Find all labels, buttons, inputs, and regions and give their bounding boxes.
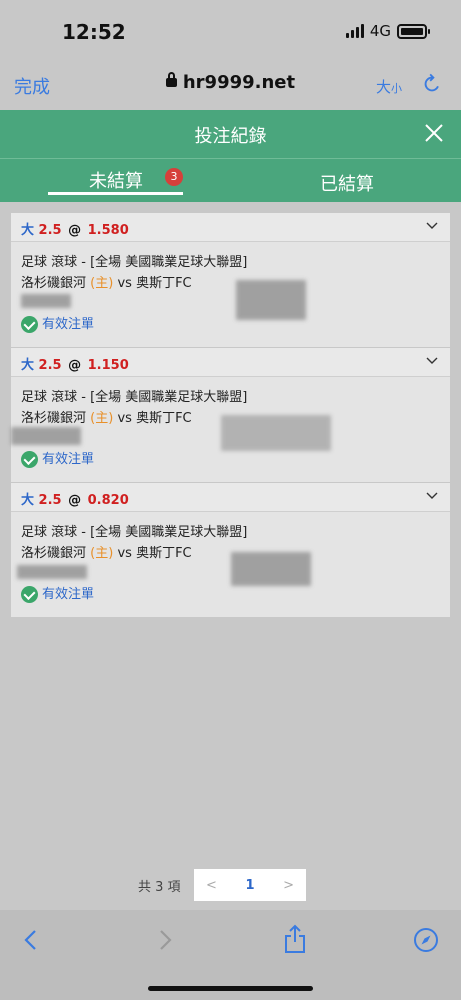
bet-card: 大 2.5 @ 0.820 足球 滾球 - [全場 美國職業足球大聯盟] 洛杉磯…	[11, 483, 450, 617]
next-page-button[interactable]: >	[283, 878, 294, 893]
prev-page-button[interactable]: <	[206, 878, 217, 893]
tab-unsettled[interactable]: 未結算	[89, 167, 143, 193]
bet-event: 足球 滾球 - [全場 美國職業足球大聯盟]	[21, 390, 248, 405]
modal-title: 投注紀錄	[194, 126, 267, 147]
modal-header: 投注紀錄	[0, 110, 461, 158]
bet-odds: 0.820	[87, 493, 129, 508]
bet-card-header[interactable]: 大 2.5 @ 1.580	[11, 213, 450, 242]
pagination: < 1 >	[194, 869, 306, 901]
redacted-area	[11, 427, 81, 445]
signal-icon	[345, 24, 364, 38]
bet-status-label: 有效注單	[42, 452, 95, 467]
forward-icon[interactable]	[156, 928, 174, 952]
text-size-button[interactable]: 大小	[376, 76, 402, 97]
chevron-down-icon[interactable]	[426, 492, 438, 500]
home-indicator	[148, 986, 313, 991]
status-bar: 12:52 4G	[0, 0, 461, 60]
tab-settled[interactable]: 已結算	[320, 170, 374, 196]
unsettled-count-badge: 3	[165, 168, 183, 186]
url-text: hr9999.net	[182, 72, 296, 93]
status-indicators: 4G	[345, 22, 430, 40]
versus: vs	[117, 411, 132, 426]
bet-card-body: 足球 滾球 - [全場 美國職業足球大聯盟] 洛杉磯銀河 (主) vs 奥斯丁F…	[11, 377, 450, 482]
bet-card-body: 足球 滾球 - [全場 美國職業足球大聯盟] 洛杉磯銀河 (主) vs 奥斯丁F…	[11, 242, 450, 347]
network-label: 4G	[369, 22, 391, 40]
compass-icon[interactable]	[413, 927, 439, 953]
bet-card-header[interactable]: 大 2.5 @ 0.820	[11, 483, 450, 512]
home-team: 洛杉磯銀河	[21, 546, 87, 561]
redacted-area	[17, 565, 87, 579]
bet-card-body: 足球 滾球 - [全場 美國職業足球大聯盟] 洛杉磯銀河 (主) vs 奥斯丁F…	[11, 512, 450, 617]
tab-bar: 未結算 3 已結算	[0, 158, 461, 202]
bet-event: 足球 滾球 - [全場 美國職業足球大聯盟]	[21, 255, 248, 270]
share-icon[interactable]	[283, 924, 307, 954]
redacted-area	[221, 415, 331, 451]
bet-at: @	[68, 223, 82, 238]
bet-line: 2.5	[38, 358, 62, 373]
bet-card: 大 2.5 @ 1.580 足球 滾球 - [全場 美國職業足球大聯盟] 洛杉磯…	[11, 213, 450, 347]
battery-icon	[397, 23, 430, 39]
bet-status: 有效注單	[21, 584, 94, 605]
bet-status-label: 有效注單	[42, 587, 95, 602]
versus: vs	[117, 276, 132, 291]
bet-line: 2.5	[38, 493, 62, 508]
home-tag: (主)	[90, 411, 114, 426]
text-size-big: 大	[376, 78, 392, 96]
bet-at: @	[68, 493, 82, 508]
bet-odds: 1.150	[87, 358, 129, 373]
bet-line: 2.5	[38, 223, 62, 238]
pagination-total: 共 3 項	[138, 880, 181, 895]
bet-selection: 大	[21, 223, 35, 238]
status-time: 12:52	[62, 20, 126, 44]
close-icon[interactable]	[423, 122, 445, 144]
text-size-small: 小	[391, 82, 403, 95]
check-circle-icon	[21, 451, 38, 468]
bet-card-header[interactable]: 大 2.5 @ 1.150	[11, 348, 450, 377]
check-circle-icon	[21, 316, 38, 333]
away-team: 奥斯丁FC	[136, 411, 192, 426]
redacted-area	[21, 294, 71, 308]
home-team: 洛杉磯銀河	[21, 411, 87, 426]
active-tab-indicator	[48, 192, 183, 195]
bet-event: 足球 滾球 - [全場 美國職業足球大聯盟]	[21, 525, 248, 540]
home-tag: (主)	[90, 546, 114, 561]
bet-matchup: 洛杉磯銀河 (主) vs 奥斯丁FC	[21, 273, 440, 294]
lock-icon	[165, 72, 177, 87]
chevron-down-icon[interactable]	[426, 222, 438, 230]
bet-at: @	[68, 358, 82, 373]
bet-status: 有效注單	[21, 314, 94, 335]
bet-selection: 大	[21, 493, 35, 508]
bet-card: 大 2.5 @ 1.150 足球 滾球 - [全場 美國職業足球大聯盟] 洛杉磯…	[11, 348, 450, 482]
versus: vs	[117, 546, 132, 561]
chevron-down-icon[interactable]	[426, 357, 438, 365]
bet-selection: 大	[21, 358, 35, 373]
reload-icon[interactable]	[421, 73, 443, 95]
away-team: 奥斯丁FC	[136, 276, 192, 291]
bet-status: 有效注單	[21, 449, 94, 470]
bet-odds: 1.580	[87, 223, 129, 238]
current-page[interactable]: 1	[245, 878, 254, 893]
home-tag: (主)	[90, 276, 114, 291]
check-circle-icon	[21, 586, 38, 603]
browser-bar: 完成 hr9999.net 大小	[0, 60, 461, 110]
redacted-area	[231, 552, 311, 586]
away-team: 奥斯丁FC	[136, 546, 192, 561]
back-icon[interactable]	[22, 928, 40, 952]
home-team: 洛杉磯銀河	[21, 276, 87, 291]
bet-status-label: 有效注單	[42, 317, 95, 332]
redacted-area	[236, 280, 306, 320]
